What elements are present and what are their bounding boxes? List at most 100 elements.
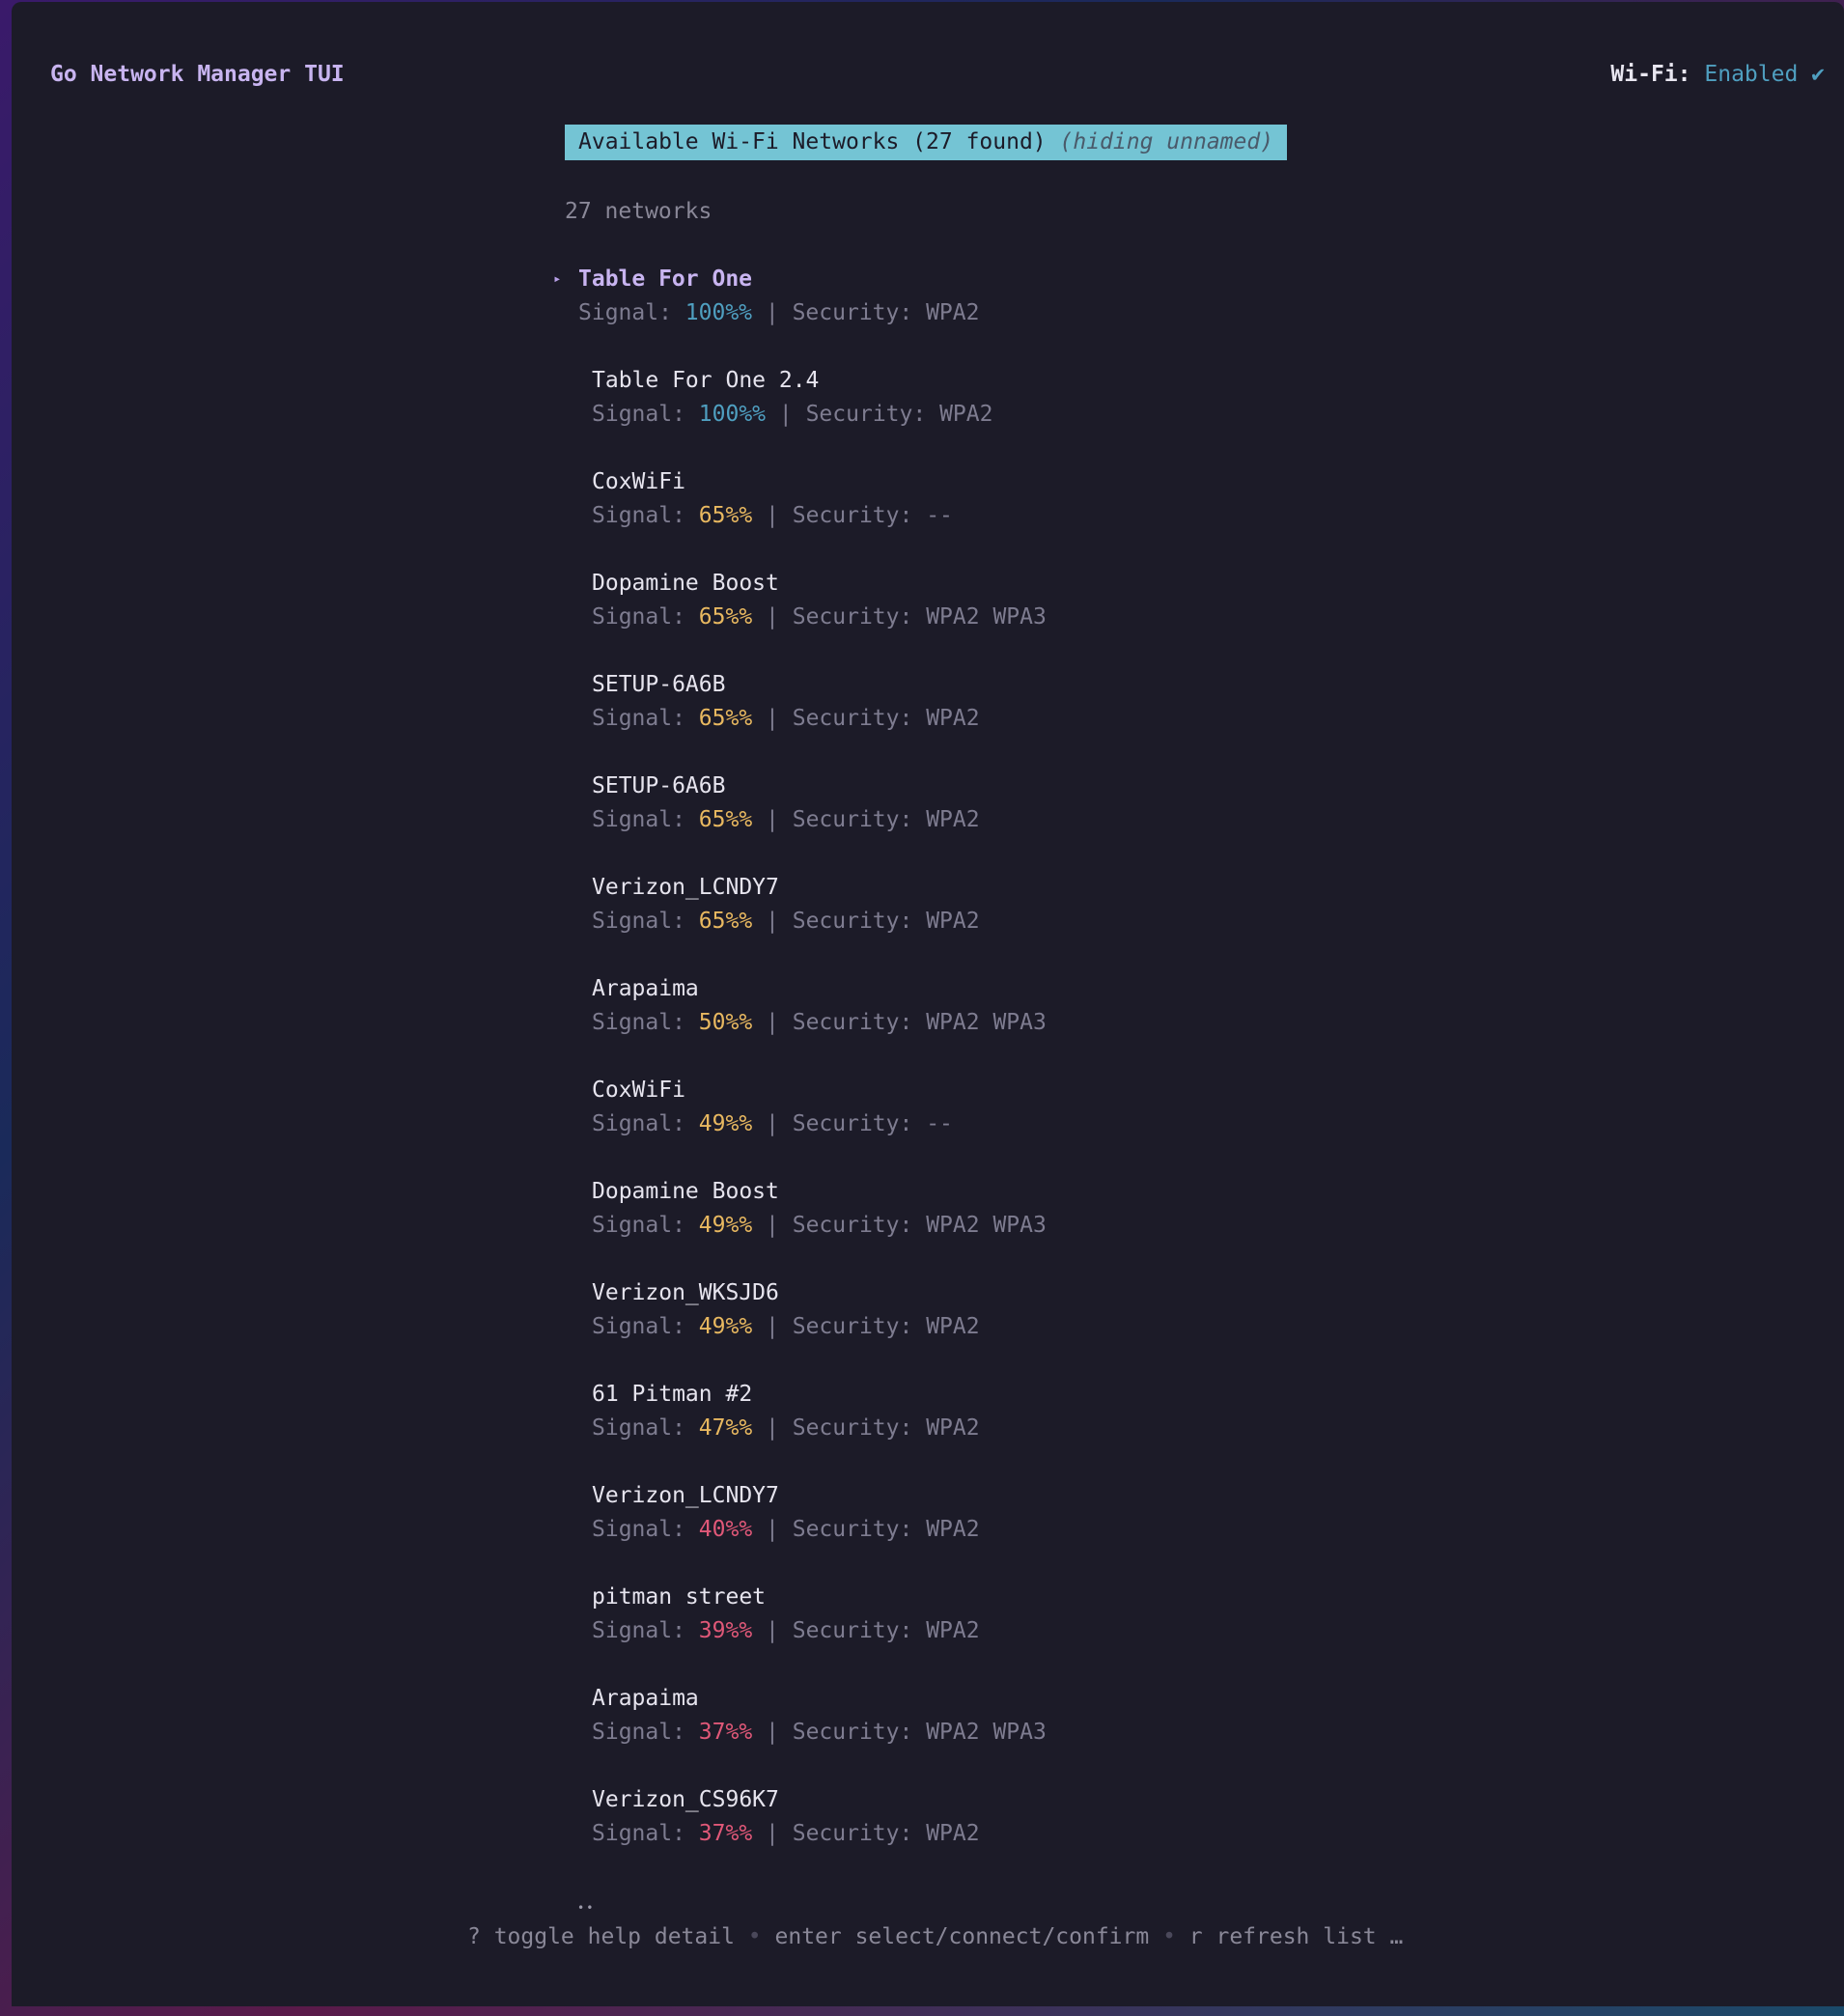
signal-value: 37%% [698,1720,753,1745]
details-separator: | [752,1111,793,1136]
network-name: Dopamine Boost [592,1179,779,1204]
details-separator: | [752,706,793,731]
network-item[interactable]: CoxWiFi Signal: 49%% | Security: -- [565,1074,1047,1175]
security-label: Security: [792,807,927,832]
network-item[interactable]: 61 Pitman #2 Signal: 47%% | Security: WPA… [565,1378,1047,1479]
signal-label: Signal: [592,1213,699,1238]
network-details: Signal: 65%% | Security: WPA2 [592,905,1047,938]
security-value: WPA2 WPA3 [926,1720,1047,1745]
security-value: WPA2 [926,1314,980,1339]
network-name: 61 Pitman #2 [592,1382,753,1407]
network-item[interactable]: ▸ Table For One Signal: 100%% | Security: … [553,263,1047,364]
network-item[interactable]: pitman street Signal: 39%% | Security: WP… [565,1581,1047,1682]
security-value: WPA2 [926,909,980,934]
security-label: Security: [792,1314,927,1339]
network-details: Signal: 49%% | Security: WPA2 WPA3 [592,1209,1047,1243]
signal-label: Signal: [592,807,699,832]
security-label: Security: [792,706,927,731]
network-list: ▸ Table For One Signal: 100%% | Security: … [553,263,1047,1885]
security-label: Security: [792,1618,927,1643]
network-item[interactable]: Verizon_LCNDY7 Signal: 65%% | Security: W… [565,871,1047,972]
network-item[interactable]: Dopamine Boost Signal: 65%% | Security: W… [565,567,1047,668]
network-details: Signal: 47%% | Security: WPA2 [592,1412,1047,1445]
network-details: Signal: 39%% | Security: WPA2 [592,1614,1047,1648]
signal-label: Signal: [592,1821,699,1846]
security-label: Security: [792,1213,927,1238]
security-label: Security: [792,300,927,325]
help-separator: • [734,1924,775,1949]
network-name: Verizon_LCNDY7 [592,1483,779,1508]
signal-label: Signal: [592,1720,699,1745]
network-item[interactable]: Verizon_LCNDY7 Signal: 40%% | Security: W… [565,1479,1047,1581]
security-value: -- [926,503,953,528]
details-separator: | [752,909,793,934]
wifi-status[interactable]: Wi-Fi: Enabled ✔ [1610,58,1825,92]
signal-value: 49%% [698,1314,753,1339]
signal-value: 65%% [698,706,753,731]
network-details: Signal: 65%% | Security: WPA2 [592,702,1047,736]
security-value: WPA2 [926,1618,980,1643]
details-separator: | [752,1720,793,1745]
networks-header-title: Available Wi-Fi Networks (27 found) [578,129,1047,154]
network-name: SETUP-6A6B [592,773,726,798]
wifi-status-label: Wi-Fi: [1610,62,1691,87]
network-item[interactable]: Verizon_WKSJD6 Signal: 49%% | Security: W… [565,1276,1047,1378]
signal-value: 49%% [698,1213,753,1238]
signal-value: 47%% [698,1415,753,1441]
network-name: Verizon_WKSJD6 [592,1280,779,1305]
security-value: WPA2 [926,1517,980,1542]
signal-label: Signal: [592,402,699,427]
security-value: WPA2 WPA3 [926,1213,1047,1238]
signal-value: 37%% [698,1821,753,1846]
security-value: WPA2 WPA3 [926,604,1047,630]
signal-value: 100%% [698,402,767,427]
selection-cursor-icon: ▸ [553,271,562,287]
signal-label: Signal: [592,1010,699,1035]
network-details: Signal: 100%% | Security: WPA2 [592,398,1047,432]
network-count: 27 networks [565,199,712,224]
security-label: Security: [792,909,927,934]
network-details: Signal: 49%% | Security: WPA2 [592,1310,1047,1344]
network-item[interactable]: SETUP-6A6B Signal: 65%% | Security: WPA2 [565,770,1047,871]
networks-header-note: (hiding unnamed) [1059,129,1274,154]
network-item[interactable]: Arapaima Signal: 50%% | Security: WPA2 WP… [565,972,1047,1074]
signal-label: Signal: [592,706,699,731]
security-value: WPA2 [926,300,980,325]
security-value: WPA2 [926,1821,980,1846]
details-separator: | [766,402,806,427]
network-item[interactable]: Table For One 2.4 Signal: 100%% | Securit… [565,364,1047,465]
network-details: Signal: 50%% | Security: WPA2 WPA3 [592,1006,1047,1040]
app-title: Go Network Manager TUI [50,62,345,87]
network-item[interactable]: Arapaima Signal: 37%% | Security: WPA2 WP… [565,1682,1047,1783]
network-item[interactable]: SETUP-6A6B Signal: 65%% | Security: WPA2 [565,668,1047,770]
details-separator: | [752,604,793,630]
network-details: Signal: 65%% | Security: WPA2 WPA3 [592,601,1047,634]
security-label: Security: [805,402,940,427]
network-name: Arapaima [592,976,699,1001]
details-separator: | [752,1618,793,1643]
network-name: SETUP-6A6B [592,672,726,697]
signal-label: Signal: [592,1517,699,1542]
help-item: enter select/connect/confirm [774,1924,1150,1949]
details-separator: | [752,1415,793,1441]
signal-label: Signal: [592,1111,699,1136]
network-item[interactable]: Verizon_CS96K7 Signal: 37%% | Security: W… [565,1783,1047,1885]
network-name: Arapaima [592,1686,699,1711]
details-separator: | [752,1314,793,1339]
network-name: Table For One 2.4 [592,368,820,393]
network-item[interactable]: CoxWiFi Signal: 65%% | Security: -- [565,465,1047,567]
network-details: Signal: 40%% | Security: WPA2 [592,1513,1047,1547]
signal-value: 50%% [698,1010,753,1035]
security-value: WPA2 [939,402,993,427]
signal-value: 65%% [698,503,753,528]
network-item[interactable]: Dopamine Boost Signal: 49%% | Security: W… [565,1175,1047,1276]
security-label: Security: [792,1010,927,1035]
details-separator: | [752,503,793,528]
signal-value: 49%% [698,1111,753,1136]
terminal-window: Go Network Manager TUI Wi-Fi: Enabled ✔ … [12,2,1844,2006]
signal-value: 65%% [698,807,753,832]
network-details: Signal: 100%% | Security: WPA2 [578,296,1047,330]
security-value: WPA2 WPA3 [926,1010,1047,1035]
wifi-status-value: Enabled ✔ [1704,62,1825,87]
network-name: CoxWiFi [592,469,685,494]
